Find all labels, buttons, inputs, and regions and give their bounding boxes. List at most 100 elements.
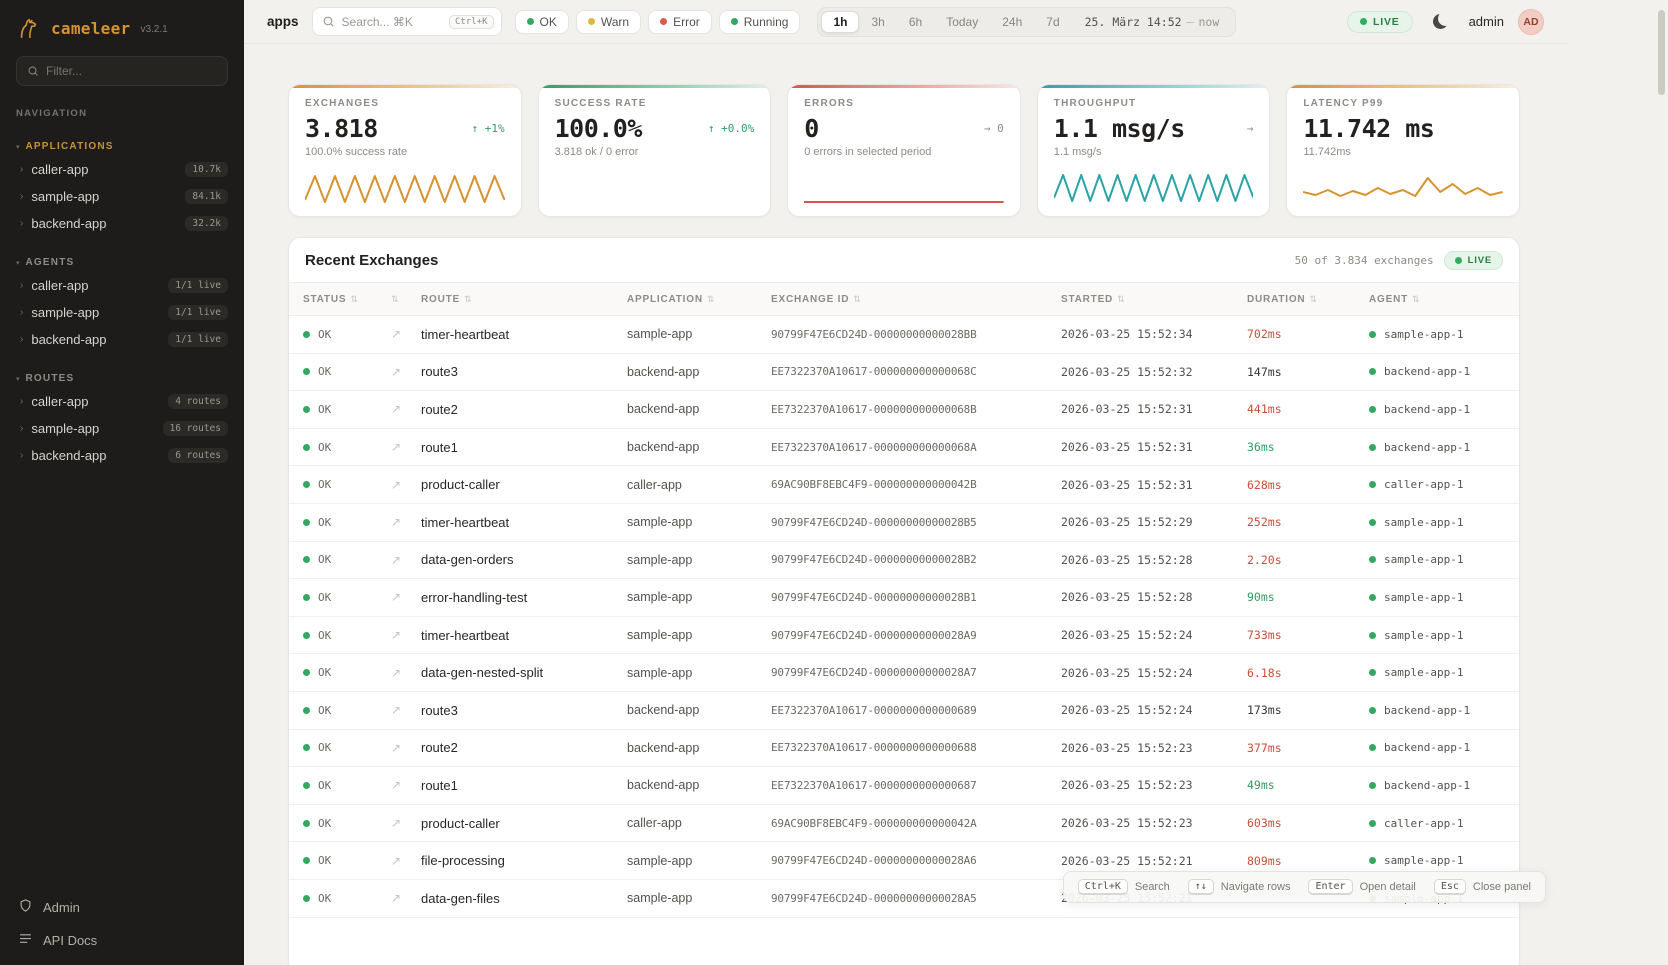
open-detail-icon[interactable]: ↗ xyxy=(391,741,421,755)
table-row[interactable]: OK↗route3backend-appEE7322370A10617-0000… xyxy=(289,354,1519,392)
duration-cell: 733ms xyxy=(1247,628,1369,642)
scrollbar-thumb[interactable] xyxy=(1658,10,1665,95)
column-header-exchange-id[interactable]: EXCHANGE ID⇅ xyxy=(771,294,1061,305)
table-row[interactable]: OK↗route2backend-appEE7322370A10617-0000… xyxy=(289,730,1519,768)
open-detail-icon[interactable]: ↗ xyxy=(391,402,421,416)
date-range-start: 25. März 14:52 xyxy=(1085,15,1182,29)
agent-status-dot-icon xyxy=(1369,857,1376,864)
hint-label: Open detail xyxy=(1360,881,1416,893)
sidebar-filter[interactable] xyxy=(16,56,228,86)
open-detail-icon[interactable]: ↗ xyxy=(391,703,421,717)
open-detail-icon[interactable]: ↗ xyxy=(391,854,421,868)
agent-cell: caller-app-1 xyxy=(1369,817,1505,830)
table-row[interactable]: OK↗timer-heartbeatsample-app90799F47E6CD… xyxy=(289,316,1519,354)
time-range-24h[interactable]: 24h xyxy=(990,11,1034,33)
filter-chip-warn[interactable]: Warn xyxy=(576,10,641,34)
table-row[interactable]: OK↗error-handling-testsample-app90799F47… xyxy=(289,579,1519,617)
column-header-application[interactable]: APPLICATION⇅ xyxy=(627,294,771,305)
agent-cell: backend-app-1 xyxy=(1369,741,1505,754)
time-range-7d[interactable]: 7d xyxy=(1034,11,1071,33)
open-detail-icon[interactable]: ↗ xyxy=(391,590,421,604)
column-header-route[interactable]: ROUTE⇅ xyxy=(421,294,627,305)
table-row[interactable]: OK↗data-gen-nested-splitsample-app90799F… xyxy=(289,654,1519,692)
started-cell: 2026-03-25 15:52:32 xyxy=(1061,365,1247,379)
open-detail-icon[interactable]: ↗ xyxy=(391,440,421,454)
kpi-delta: → 0 xyxy=(984,122,1004,135)
open-detail-icon[interactable]: ↗ xyxy=(391,628,421,642)
filter-chip-ok[interactable]: OK xyxy=(515,10,569,34)
status-cell: OK xyxy=(303,741,391,754)
table-row[interactable]: OK↗route3backend-appEE7322370A10617-0000… xyxy=(289,692,1519,730)
sidebar-filter-input[interactable] xyxy=(46,64,217,78)
time-range-1h[interactable]: 1h xyxy=(821,11,859,33)
time-range-3h[interactable]: 3h xyxy=(859,11,896,33)
sidebar-item-applications-backend-app[interactable]: ›backend-app32.2k xyxy=(0,210,244,237)
sidebar-item-routes-sample-app[interactable]: ›sample-app16 routes xyxy=(0,415,244,442)
table-row[interactable]: OK↗route1backend-appEE7322370A10617-0000… xyxy=(289,767,1519,805)
agent-cell: backend-app-1 xyxy=(1369,704,1505,717)
global-search[interactable]: Ctrl+K xyxy=(312,7,502,36)
status-dot-icon xyxy=(588,18,595,25)
column-header-duration[interactable]: DURATION⇅ xyxy=(1247,294,1369,305)
duration-cell: 36ms xyxy=(1247,440,1369,454)
table-row[interactable]: OK↗product-callercaller-app69AC90BF8EBC4… xyxy=(289,805,1519,843)
status-ok-dot-icon xyxy=(303,594,310,601)
sidebar-item-agents-backend-app[interactable]: ›backend-app1/1 live xyxy=(0,326,244,353)
column-header-label: AGENT xyxy=(1369,294,1408,305)
open-detail-icon[interactable]: ↗ xyxy=(391,478,421,492)
sidebar-item-applications-sample-app[interactable]: ›sample-app84.1k xyxy=(0,183,244,210)
kpi-delta: ↑ +0.0% xyxy=(708,122,754,135)
filter-chip-running[interactable]: Running xyxy=(719,10,801,34)
column-header-agent[interactable]: AGENT⇅ xyxy=(1369,294,1505,305)
agent-cell: sample-app-1 xyxy=(1369,629,1505,642)
time-range-6h[interactable]: 6h xyxy=(897,11,934,33)
table-row[interactable]: OK↗route2backend-appEE7322370A10617-0000… xyxy=(289,391,1519,429)
sidebar-footer-admin[interactable]: Admin xyxy=(18,898,226,916)
status-cell: OK xyxy=(303,854,391,867)
open-detail-icon[interactable]: ↗ xyxy=(391,816,421,830)
agent-status-dot-icon xyxy=(1369,406,1376,413)
status-dot-icon xyxy=(527,18,534,25)
status-ok-dot-icon xyxy=(303,857,310,864)
open-detail-icon[interactable]: ↗ xyxy=(391,515,421,529)
avatar[interactable]: AD xyxy=(1518,9,1544,35)
hint-search: Ctrl+KSearch xyxy=(1078,879,1170,895)
table-row[interactable]: OK↗product-callercaller-app69AC90BF8EBC4… xyxy=(289,466,1519,504)
table-row[interactable]: OK↗route1backend-appEE7322370A10617-0000… xyxy=(289,429,1519,467)
time-range-today[interactable]: Today xyxy=(934,11,990,33)
kbd-key: Ctrl+K xyxy=(1078,879,1128,895)
column-header-started[interactable]: STARTED⇅ xyxy=(1061,294,1247,305)
open-detail-icon[interactable]: ↗ xyxy=(391,327,421,341)
sidebar-section-header-applications[interactable]: ▾APPLICATIONS xyxy=(0,137,244,156)
column-header-status[interactable]: STATUS⇅ xyxy=(303,294,391,305)
agent-name: backend-app-1 xyxy=(1384,365,1470,378)
live-indicator[interactable]: LIVE xyxy=(1347,11,1413,33)
theme-toggle-button[interactable] xyxy=(1427,8,1455,36)
sidebar-section-header-routes[interactable]: ▾ROUTES xyxy=(0,369,244,388)
filter-chip-error[interactable]: Error xyxy=(648,10,712,34)
sidebar-section-header-agents[interactable]: ▾AGENTS xyxy=(0,253,244,272)
exchange-id-cell: 90799F47E6CD24D-00000000000028B1 xyxy=(771,591,1061,604)
table-row[interactable]: OK↗timer-heartbeatsample-app90799F47E6CD… xyxy=(289,617,1519,655)
column-header-detail-icon[interactable]: ⇅ xyxy=(391,294,421,305)
table-row[interactable]: OK↗data-gen-orderssample-app90799F47E6CD… xyxy=(289,542,1519,580)
open-detail-icon[interactable]: ↗ xyxy=(391,666,421,680)
sidebar-item-routes-backend-app[interactable]: ›backend-app6 routes xyxy=(0,442,244,469)
sidebar-item-routes-caller-app[interactable]: ›caller-app4 routes xyxy=(0,388,244,415)
application-cell: sample-app xyxy=(627,854,771,868)
open-detail-icon[interactable]: ↗ xyxy=(391,778,421,792)
chevron-right-icon: › xyxy=(20,424,23,434)
table-row[interactable]: OK↗timer-heartbeatsample-app90799F47E6CD… xyxy=(289,504,1519,542)
exchange-id-cell: 69AC90BF8EBC4F9-000000000000042A xyxy=(771,817,1061,830)
sidebar-footer-api-docs[interactable]: API Docs xyxy=(18,931,226,949)
open-detail-icon[interactable]: ↗ xyxy=(391,365,421,379)
sidebar-item-agents-sample-app[interactable]: ›sample-app1/1 live xyxy=(0,299,244,326)
view-title-apps[interactable]: apps xyxy=(267,14,299,29)
status-cell: OK xyxy=(303,817,391,830)
open-detail-icon[interactable]: ↗ xyxy=(391,891,421,905)
open-detail-icon[interactable]: ↗ xyxy=(391,553,421,567)
sort-icon: ⇅ xyxy=(391,294,399,305)
sidebar-item-agents-caller-app[interactable]: ›caller-app1/1 live xyxy=(0,272,244,299)
sidebar-item-applications-caller-app[interactable]: ›caller-app10.7k xyxy=(0,156,244,183)
global-search-input[interactable] xyxy=(342,15,442,29)
